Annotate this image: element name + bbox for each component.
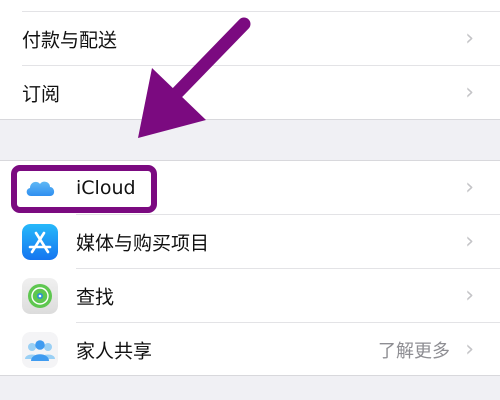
settings-page: 付款与配送 › 订阅 › iCloud › 媒体与购买项目 › 查找 › 家人共… [0, 0, 500, 400]
annotation-arrow-icon [138, 17, 251, 138]
